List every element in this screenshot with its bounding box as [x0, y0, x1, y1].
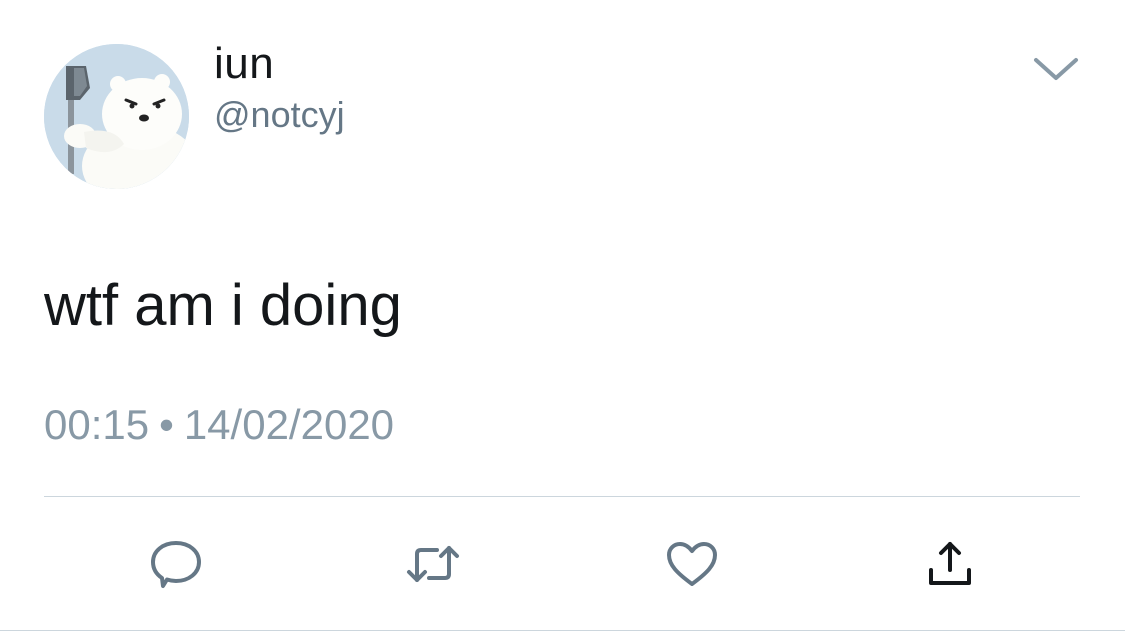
chevron-down-icon — [1034, 58, 1078, 80]
retweet-button[interactable] — [405, 538, 461, 590]
tweet-date: 14/02/2020 — [183, 401, 395, 448]
reply-button[interactable] — [148, 538, 204, 590]
heart-icon — [667, 542, 717, 586]
tweet-timestamp[interactable]: 00:15 • 14/02/2020 — [44, 400, 394, 450]
separator-dot: • — [159, 401, 174, 448]
divider — [44, 496, 1080, 497]
share-button[interactable] — [922, 538, 978, 590]
avatar[interactable] — [44, 44, 189, 189]
bottom-divider — [0, 630, 1125, 631]
display-name[interactable]: iun — [214, 38, 274, 90]
share-icon — [929, 542, 971, 585]
retweet-icon — [407, 546, 459, 582]
like-button[interactable] — [664, 538, 720, 590]
more-options-button[interactable] — [1028, 50, 1084, 90]
tweet-card: iun @notcyj wtf am i doing 00:15 • 14/02/2… — [0, 0, 1125, 632]
user-handle[interactable]: @notcyj — [214, 94, 345, 136]
polar-bear-avatar-icon — [44, 44, 189, 189]
reply-icon — [151, 541, 201, 588]
tweet-time: 00:15 — [44, 401, 150, 448]
tweet-text: wtf am i doing — [44, 273, 402, 338]
